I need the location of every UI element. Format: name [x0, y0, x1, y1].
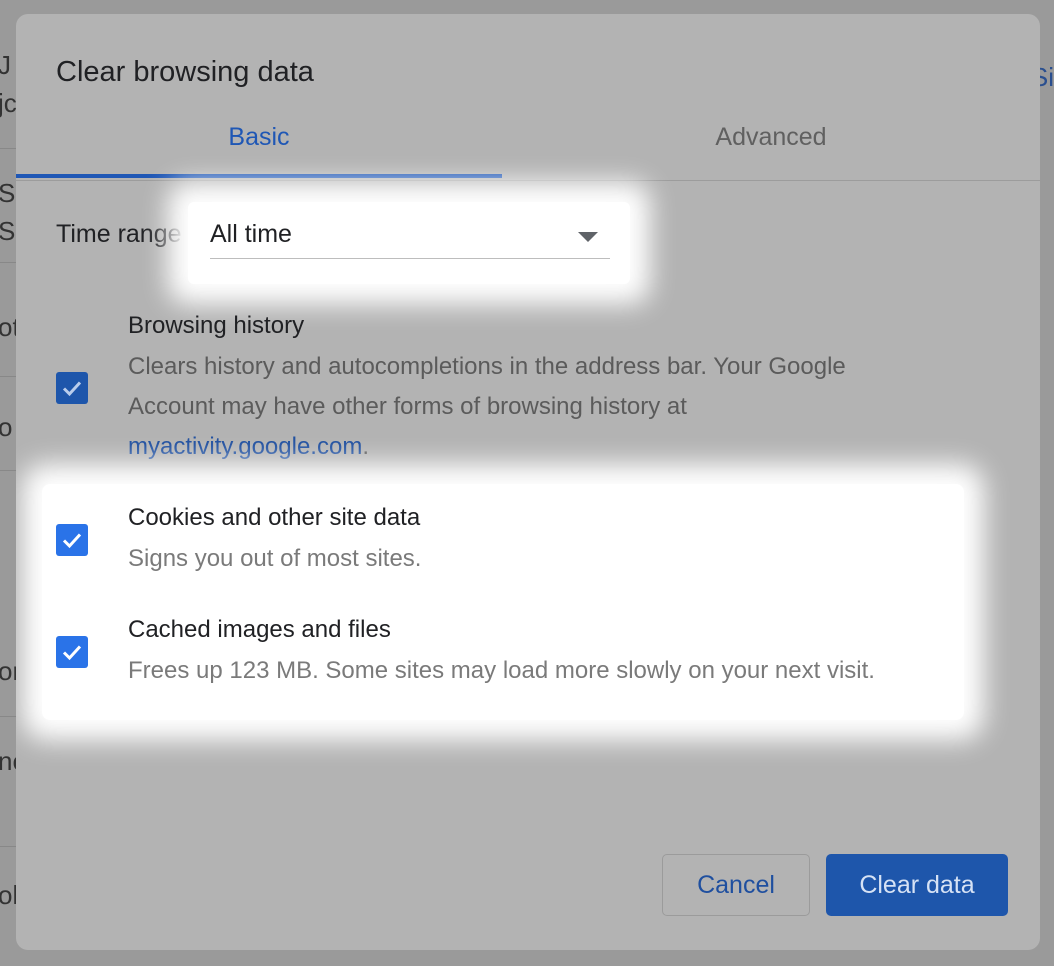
background-text: S	[0, 178, 16, 208]
cancel-button[interactable]: Cancel	[662, 854, 810, 916]
browsing-history-checkbox[interactable]	[56, 372, 88, 404]
time-range-label: Time range	[56, 220, 182, 248]
cookies-title: Cookies and other site data	[128, 504, 421, 531]
tab-basic[interactable]: Basic	[16, 114, 502, 178]
link-suffix: .	[362, 433, 369, 460]
browsing-history-description-line2: Account may have other forms of browsing…	[128, 393, 687, 420]
clear-data-button[interactable]: Clear data	[826, 854, 1008, 916]
browsing-history-description-line1: Clears history and autocompletions in th…	[128, 353, 846, 380]
tab-advanced[interactable]: Advanced	[516, 114, 1026, 178]
tab-bar: Basic Advanced	[16, 114, 1040, 181]
dropdown-arrow-icon	[578, 232, 598, 242]
background-text: jc	[0, 88, 17, 118]
time-range-value: All time	[210, 220, 292, 248]
cookies-checkbox[interactable]	[56, 524, 88, 556]
checkmark-icon	[62, 645, 82, 661]
clear-browsing-data-dialog: Clear browsing data Basic Advanced Time …	[16, 14, 1040, 950]
cached-images-description: Frees up 123 MB. Some sites may load mor…	[128, 657, 875, 684]
browsing-history-title: Browsing history	[128, 312, 305, 339]
background-text: o	[0, 412, 13, 442]
dialog-title: Clear browsing data	[56, 56, 314, 88]
time-range-select[interactable]: All time	[210, 216, 610, 259]
checkmark-icon	[62, 381, 82, 397]
cached-images-title: Cached images and files	[128, 616, 391, 643]
myactivity-link[interactable]: myactivity.google.com	[128, 433, 362, 460]
tab-selected-indicator	[16, 174, 502, 178]
background-text: S	[0, 216, 16, 246]
background-text: J	[0, 50, 11, 80]
cached-images-checkbox[interactable]	[56, 636, 88, 668]
cookies-description: Signs you out of most sites.	[128, 545, 422, 572]
checkmark-icon	[62, 533, 82, 549]
browsing-history-link-line: myactivity.google.com.	[128, 427, 369, 467]
